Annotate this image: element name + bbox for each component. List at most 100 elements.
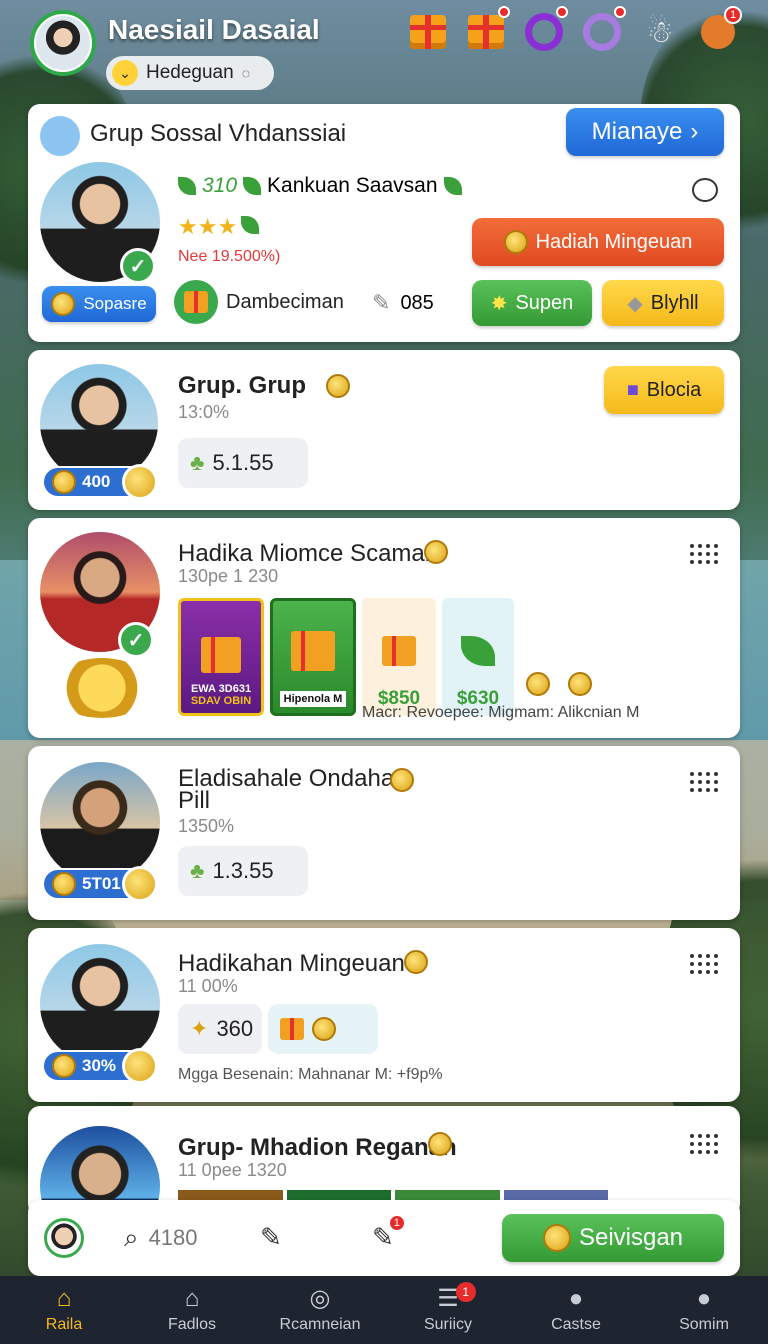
mini-avatar[interactable] — [44, 1218, 84, 1258]
group-mascot-icon — [40, 116, 80, 156]
support-label: Supen — [515, 291, 574, 314]
nav-item-somim[interactable]: ● Somim — [640, 1276, 768, 1344]
edit-icon[interactable]: ✎ — [260, 1222, 282, 1253]
featured-title: Grup Sossal Vhdanssiai — [90, 120, 347, 147]
featured-group-card: Grup Sossal Vhdanssiai Mianaye › ✓ Sopas… — [28, 104, 740, 342]
count-row: ✎ 085 — [372, 290, 434, 316]
key-icon: ✦ — [190, 1016, 209, 1041]
mascot-icon[interactable]: ☃ — [638, 10, 682, 54]
leaf-icon — [178, 177, 196, 195]
group-subtitle: 130pe 1 230 — [178, 566, 279, 586]
tag-button[interactable]: Sopasre — [42, 286, 156, 322]
group-card[interactable]: 400 Grup. Grup 13:0% ♣ 5.1.55 ■ Blocia — [28, 350, 740, 510]
status-chevron-icon: ⌄ — [112, 60, 138, 86]
support-button[interactable]: ✸ Supen — [472, 280, 592, 326]
notification-badge: 1 — [455, 1282, 476, 1302]
home-icon: ⌂ — [56, 1285, 72, 1312]
top-icons: ☃ 1 — [406, 6, 742, 54]
user-icon: ● — [568, 1285, 584, 1312]
coin-balance: 400 — [42, 464, 158, 500]
sparkle-icon: ✸ — [490, 292, 508, 315]
nav-label: Raila — [45, 1316, 83, 1333]
nav-item-rcamneian[interactable]: ◎ Rcamneian — [256, 1276, 384, 1344]
coin-icon — [122, 1048, 158, 1084]
search-control[interactable]: ⌕ 4180 — [124, 1222, 198, 1254]
coin-icon — [122, 866, 158, 902]
coin-icon — [526, 672, 550, 696]
coin-balance: 5T01 — [42, 866, 158, 902]
reward-tile[interactable]: EWA 3D631 SDAV OBIN — [178, 598, 264, 716]
nav-label: Fadlos — [167, 1316, 217, 1333]
status-pill[interactable]: ⌄ Hedeguan ◌ — [106, 56, 274, 90]
notification-badge — [498, 6, 510, 18]
tag-label: Sopasre — [83, 294, 147, 313]
buy-button[interactable]: ◆ Blyhll — [602, 280, 724, 326]
rewards-pill[interactable] — [268, 1004, 378, 1054]
action-label: Dambeciman — [226, 290, 344, 313]
coin-balance: 30% — [42, 1048, 158, 1084]
gift-icon — [280, 1018, 304, 1040]
reward-tile[interactable]: $630 — [442, 598, 514, 716]
nav-label: Castse — [551, 1316, 601, 1333]
notification-badge — [556, 6, 568, 18]
nav-label: Rcamneian — [279, 1316, 361, 1333]
coin-icon — [52, 872, 76, 896]
block-label: Blocia — [646, 378, 702, 401]
group-card[interactable]: 30% Hadikahan Mingeuan 11 00% ✦ 360 Mgga… — [28, 928, 740, 1102]
rating-value: 310 — [202, 174, 238, 197]
house-outline-icon: ⌂ — [184, 1285, 200, 1312]
coin-icon — [122, 464, 158, 500]
nav-item-suriicy[interactable]: ☰ 1 Suriicy — [384, 1276, 512, 1344]
coin-stack-icon — [404, 950, 428, 974]
group-card[interactable]: ✓ Hadika Miomce Scaman 130pe 1 230 EWA 3… — [28, 518, 740, 738]
profile-avatar[interactable] — [30, 10, 96, 76]
group-meta: Macr: Revoepee: Migmam: Alikcnian M — [362, 704, 640, 721]
nav-item-fadlos[interactable]: ⌂ Fadlos — [128, 1276, 256, 1344]
more-menu-icon[interactable] — [690, 544, 718, 568]
avatar-image — [34, 14, 92, 72]
more-menu-icon[interactable] — [690, 954, 718, 978]
action-row[interactable]: Dambeciman — [174, 280, 344, 324]
group-title: Hadikahan Mingeuan — [178, 950, 405, 977]
more-menu-icon[interactable] — [690, 772, 718, 796]
verified-check-icon: ✓ — [118, 622, 154, 658]
gift-icon[interactable] — [464, 6, 510, 54]
leaf-icon — [241, 216, 260, 234]
nav-item-castse[interactable]: ● Castse — [512, 1276, 640, 1344]
tile-label: Hipenola M — [279, 691, 347, 707]
chat-icon[interactable] — [692, 178, 718, 202]
member-photo — [40, 762, 160, 882]
nav-item-home[interactable]: ⌂ Raila — [0, 1276, 128, 1344]
reward-tile[interactable]: $850 — [362, 598, 436, 716]
notification-badge — [614, 6, 626, 18]
bottom-nav: ⌂ Raila ⌂ Fadlos ◎ Rcamneian ☰ 1 Suriicy… — [0, 1276, 768, 1344]
cta-button[interactable]: Seivisgan — [502, 1214, 724, 1262]
more-menu-icon[interactable] — [690, 1134, 718, 1158]
primary-label: Hadiah Mingeuan — [535, 230, 693, 253]
group-subtitle: 13:0% — [178, 402, 230, 422]
monkey-icon[interactable]: 1 — [696, 6, 742, 54]
coin-icon — [52, 470, 76, 494]
nav-label: Suriicy — [423, 1316, 472, 1333]
group-card[interactable]: 5T01 Eladisahale Ondaha Pill 1350% ♣ 1.3… — [28, 746, 740, 920]
manage-button[interactable]: Mianaye › — [566, 108, 724, 156]
coin-icon — [542, 1224, 571, 1252]
star-rating: ★★★ — [178, 214, 260, 240]
top-bar: Naesiail Dasaial ⌄ Hedeguan ◌ ☃ 1 — [0, 0, 768, 100]
notify-control[interactable]: ✎ 1 — [372, 1214, 406, 1253]
group-subtitle: 11 0pee 1320 — [178, 1160, 287, 1180]
pin-icon: ✎ — [372, 290, 391, 315]
reward-tile[interactable]: Hipenola M — [270, 598, 356, 716]
block-button[interactable]: ■ Blocia — [604, 366, 724, 414]
sprout-icon: ♣ — [190, 450, 205, 475]
stat-value: 5.1.55 — [212, 450, 274, 475]
status-label: Hedeguan — [146, 62, 234, 83]
buy-label: Blyhll — [650, 291, 699, 314]
ring-icon[interactable] — [522, 6, 568, 54]
stat-value: 360 — [216, 1016, 254, 1041]
coin-pile-icon — [52, 658, 152, 718]
primary-reward-button[interactable]: Hadiah Mingeuan — [472, 218, 724, 266]
ring-icon[interactable] — [580, 6, 626, 54]
coin-icon — [503, 230, 528, 254]
gift-icon[interactable] — [406, 10, 450, 54]
